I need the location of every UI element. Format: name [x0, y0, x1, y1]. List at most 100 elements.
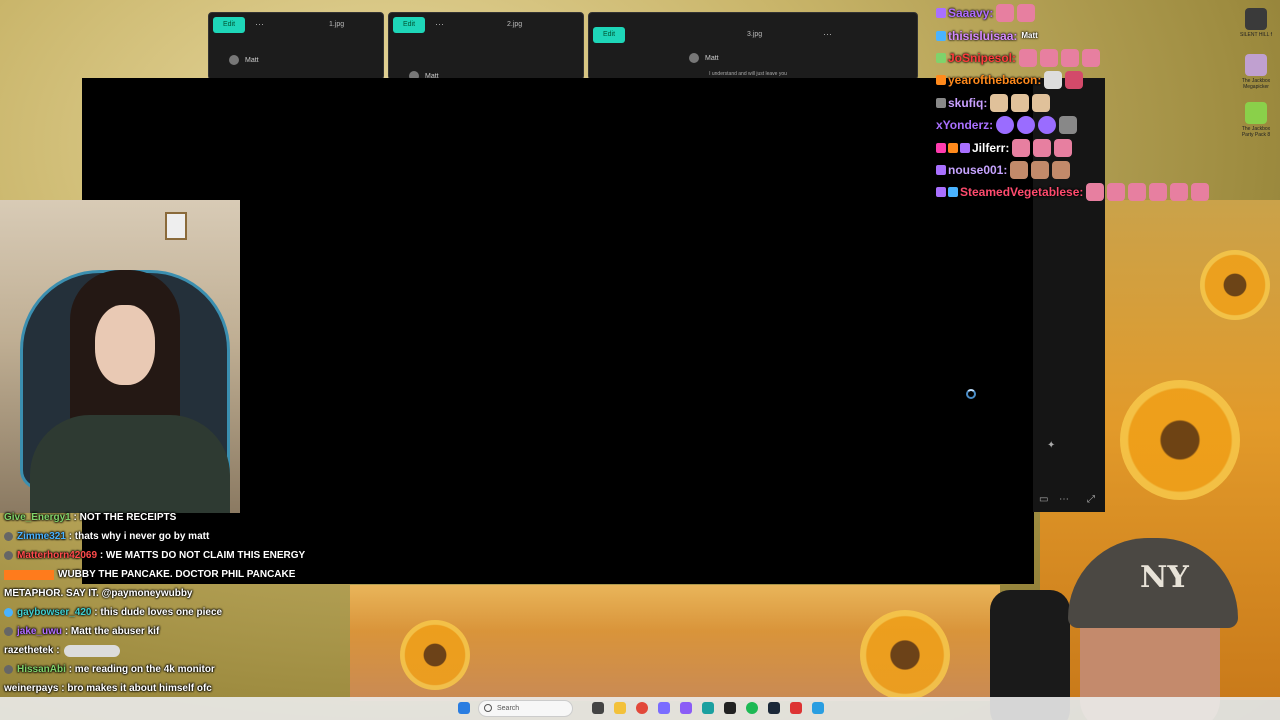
chrome-icon[interactable] — [636, 702, 648, 714]
file-name: 2.jpg — [507, 21, 523, 28]
sunflower-decoration — [1120, 380, 1240, 500]
cap-logo: NY — [1140, 560, 1189, 595]
chat-text: : Matt the abuser kif — [64, 626, 160, 637]
chat-text: WUBBY THE PANCAKE. DOCTOR PHIL PANCAKE — [58, 569, 296, 580]
image-viewer-window-1[interactable]: Edit 1.jpg ⋯ Matt — [208, 12, 384, 80]
desktop-icon-jackbox-megapicker[interactable]: The Jackbox Megapicker — [1238, 54, 1274, 90]
chat-overlay-top: Saaavy: thisisluisaa: Matt JoSnipesol: ye… — [936, 2, 1256, 204]
chat-message: HissanAbi : me reading on the 4k monitor — [0, 660, 360, 679]
chat-username: Jilferr: — [972, 140, 1010, 155]
avatar — [689, 53, 699, 63]
badge-icon — [4, 627, 13, 636]
sunflower-decoration — [1200, 250, 1270, 320]
desktop-icon-label: The Jackbox Party Pack 8 — [1241, 126, 1271, 138]
steam-icon[interactable] — [768, 702, 780, 714]
edit-button[interactable]: Edit — [213, 17, 245, 33]
message-preview: I understand and will just leave you — [709, 71, 787, 77]
chat-text: : thats why i never go by matt — [68, 531, 210, 542]
desktop-icon-silent-hill[interactable]: SILENT HILL f — [1238, 8, 1274, 38]
chat-message: thisisluisaa: Matt — [936, 24, 1256, 46]
chat-text: : me reading on the 4k monitor — [68, 664, 215, 675]
edit-button[interactable]: Edit — [393, 17, 425, 33]
webcam-overlay-2: NY — [990, 520, 1280, 720]
chat-message: JoSnipesol: — [936, 47, 1256, 69]
chat-message: Jilferr: — [936, 136, 1256, 158]
contact-name: Matt — [705, 54, 719, 62]
chat-username: xYonderz: — [936, 118, 994, 133]
emote-image — [63, 644, 120, 657]
chat-message: Saaavy: — [936, 2, 1256, 24]
chat-text: : bro makes it about himself ofc — [61, 683, 212, 694]
chat-text: : — [56, 645, 60, 656]
discord-icon[interactable] — [658, 702, 670, 714]
chat-username: yearofthebacon: — [948, 73, 1042, 88]
chat-username: Zimme321 — [17, 531, 66, 542]
loading-spinner-icon — [966, 389, 976, 399]
chat-text: : WE MATTS DO NOT CLAIM THIS ENERGY — [99, 550, 306, 561]
chat-message: razethetek : — [0, 641, 360, 660]
expand-icon[interactable]: ⤢ — [1087, 494, 1095, 505]
chat-username: JoSnipesol: — [948, 50, 1017, 65]
chat-message: WUBBY THE PANCAKE. DOCTOR PHIL PANCAKE — [0, 565, 360, 584]
search-icon — [484, 704, 492, 712]
desktop-icon-jackbox-party-pack-8[interactable]: The Jackbox Party Pack 8 — [1238, 102, 1274, 138]
chat-username: Give_Energy1 — [4, 512, 71, 523]
more-icon[interactable]: ⋯ — [1059, 494, 1069, 505]
obs-icon[interactable] — [790, 702, 802, 714]
terminal-icon[interactable] — [724, 702, 736, 714]
chat-message: gaybowser_420 : this dude loves one piec… — [0, 603, 360, 622]
chat-message: METAPHOR. SAY IT. @paymoneywubby — [0, 584, 360, 603]
chat-text: : this dude loves one piece — [94, 607, 223, 618]
file-explorer-icon[interactable] — [614, 702, 626, 714]
chat-message: weinerpays : bro makes it about himself … — [0, 679, 360, 698]
view-icon[interactable]: ▭ — [1039, 494, 1048, 505]
chat-message: SteamedVegetablese: — [936, 181, 1256, 203]
pin-icon[interactable]: ✦ — [1047, 440, 1055, 451]
game-icon — [1245, 54, 1267, 76]
badge-icon — [4, 532, 13, 541]
taskbar-search[interactable]: Search — [478, 700, 573, 717]
chat-username: thisisluisaa: — [948, 28, 1018, 43]
chat-message: skufiq: — [936, 92, 1256, 114]
taskbar: Search — [0, 697, 1280, 720]
badge-icon — [4, 608, 13, 617]
more-icon[interactable]: ⋯ — [435, 19, 444, 30]
contact-name: Matt — [245, 56, 259, 64]
chat-message: Zimme321 : thats why i never go by matt — [0, 527, 360, 546]
chat-username: jake_uwu — [17, 626, 63, 637]
chat-message: xYonderz: — [936, 114, 1256, 136]
more-icon[interactable]: ⋯ — [255, 19, 264, 30]
desktop-icon-label: The Jackbox Megapicker — [1241, 78, 1271, 90]
chat-username: HissanAbi — [17, 664, 66, 675]
avatar — [229, 55, 239, 65]
wall-picture — [165, 212, 187, 240]
desktop-icon-label: SILENT HILL f — [1240, 32, 1272, 38]
chat-overlay-bottom: Give_Energy1 : NOT THE RECEIPTS Zimme321… — [0, 508, 360, 698]
app-icon[interactable] — [680, 702, 692, 714]
edge-icon[interactable] — [702, 702, 714, 714]
sunflower-decoration — [400, 620, 470, 690]
search-placeholder: Search — [497, 705, 520, 712]
image-viewer-window-2[interactable]: Edit 2.jpg ⋯ Matt — [388, 12, 584, 80]
chat-username: weinerpays — [4, 683, 59, 694]
file-name: 1.jpg — [329, 21, 345, 28]
chat-username: razethetek — [4, 645, 54, 656]
chat-username: Matterhorn42069 — [17, 550, 98, 561]
game-icon — [1245, 8, 1267, 30]
streamer-face — [95, 305, 155, 385]
webcam-overlay — [0, 200, 240, 513]
edit-button[interactable]: Edit — [593, 27, 625, 43]
chat-message: yearofthebacon: — [936, 69, 1256, 91]
chat-username: SteamedVegetablese: — [960, 185, 1084, 200]
chat-message: Give_Energy1 : NOT THE RECEIPTS — [0, 508, 360, 527]
username-redacted — [4, 569, 54, 580]
start-icon[interactable] — [458, 702, 470, 714]
chat-message: jake_uwu : Matt the abuser kif — [0, 622, 360, 641]
more-icon[interactable]: ⋯ — [823, 29, 832, 40]
task-view-icon[interactable] — [592, 702, 604, 714]
image-viewer-window-3[interactable]: Edit 3.jpg ⋯ Matt I understand and will … — [588, 12, 918, 80]
game-icon — [1245, 102, 1267, 124]
chat-username: nouse001: — [948, 162, 1008, 177]
spotify-icon[interactable] — [746, 702, 758, 714]
photos-icon[interactable] — [812, 702, 824, 714]
